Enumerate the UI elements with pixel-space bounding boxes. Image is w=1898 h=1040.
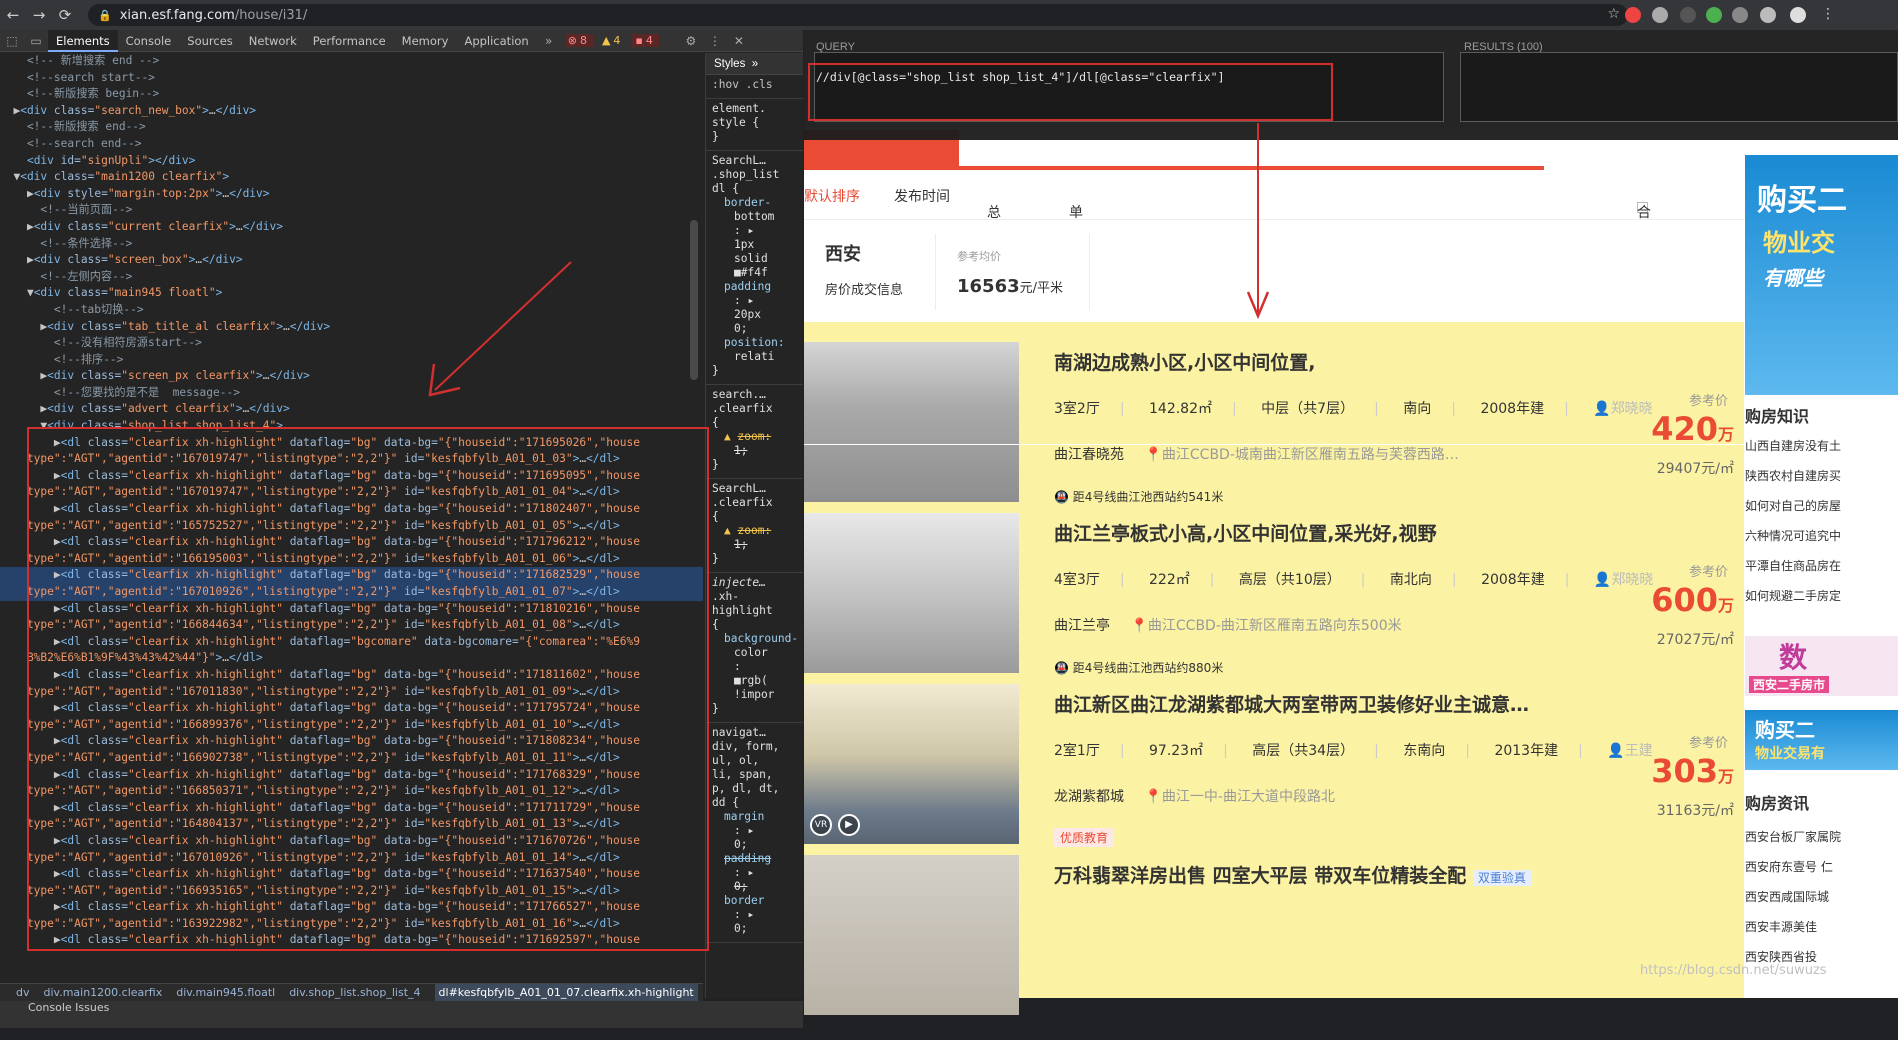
annotation-arrows <box>428 123 1270 397</box>
arrow-line <box>434 261 572 391</box>
console-drawer-tabs[interactable]: Console Issues <box>0 1001 803 1028</box>
watermark: https://blog.csdn.net/suwuzs <box>1640 963 1827 978</box>
